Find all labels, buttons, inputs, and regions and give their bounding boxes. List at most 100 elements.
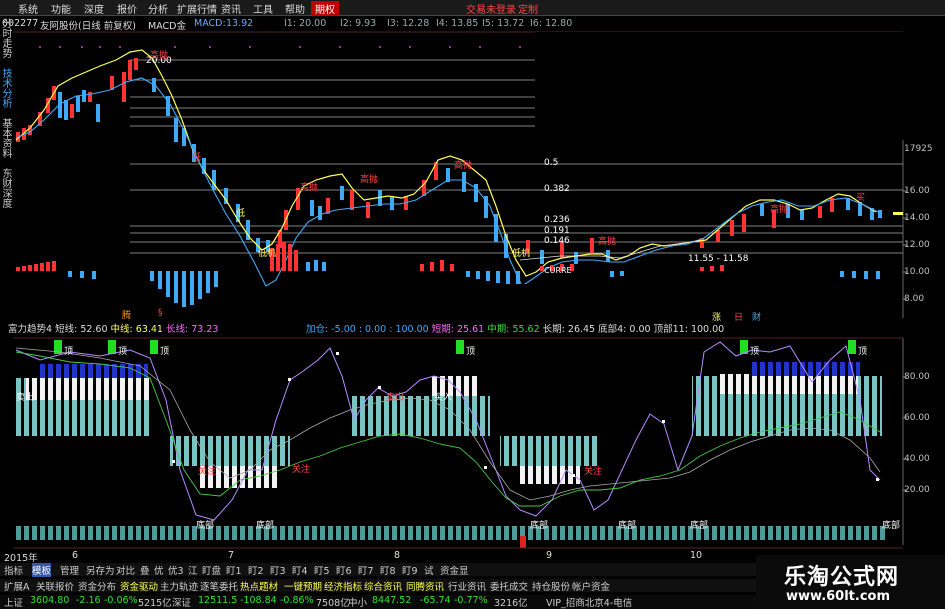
tab-watch5[interactable]: 盯5 <box>314 563 330 577</box>
tab-compare[interactable]: 对比 <box>116 563 135 577</box>
marker-cai: 财 <box>752 313 762 323</box>
fib-label-05: 0.5 <box>544 158 559 168</box>
top-label: 顶部11: <box>653 324 688 335</box>
tab-indicator[interactable]: 指标 <box>4 563 23 577</box>
tab-watch8[interactable]: 盯8 <box>380 563 396 577</box>
zx-percent: -0.77% <box>454 595 488 606</box>
low-label-3: 低机 <box>258 249 277 259</box>
sh-amount: 5215亿 <box>138 598 172 609</box>
low-price-label: CURRE <box>544 266 572 275</box>
sh-change: -2.16 <box>76 595 101 606</box>
high-label-2: 高抛 <box>300 183 319 193</box>
date-year: 2015年 <box>4 553 38 564</box>
short-value: 52.60 <box>80 324 108 335</box>
tab-watch9[interactable]: 盯9 <box>402 563 418 577</box>
tab-optimize[interactable]: 优 <box>154 563 164 577</box>
long2-value: 26.45 <box>567 324 596 335</box>
tab-one-click-expect[interactable]: 一键预期 <box>284 579 322 593</box>
tab-save-as[interactable]: 另存为 <box>86 563 115 577</box>
ind-tick-60: 60.00 <box>904 413 930 423</box>
date-month-8: 8 <box>394 550 401 561</box>
tab-watch6[interactable]: 盯6 <box>336 563 352 577</box>
bottom-label-4: 底部 <box>618 521 637 531</box>
tab-extend-a[interactable]: 扩展A <box>4 579 30 593</box>
tab-industry-news[interactable]: 行业资讯 <box>448 579 486 593</box>
buy-label-ind: 买入 <box>434 393 453 403</box>
tab-watch7[interactable]: 盯7 <box>358 563 374 577</box>
long-value: 73.23 <box>191 324 219 335</box>
bottom-label-6: 底部 <box>882 521 901 531</box>
trend-bars-lower <box>170 436 600 488</box>
tab-watch3[interactable]: 盯3 <box>270 563 286 577</box>
sz-percent: -0.86% <box>280 595 314 606</box>
ind-tick-80: 80.00 <box>904 372 930 382</box>
indicator-title[interactable]: 富力趋势4 <box>8 324 52 335</box>
tab-manage[interactable]: 管理 <box>60 563 79 577</box>
high-label-3: 高抛 <box>360 175 379 185</box>
tab-template[interactable]: 模板 <box>32 563 52 577</box>
bottom-label: 底部4: <box>598 324 627 335</box>
mid2-label: 中期: <box>487 324 510 335</box>
top-marker-1: 顶 <box>64 347 74 357</box>
tab-economic-index[interactable]: 经济指标 <box>324 579 362 593</box>
bottom-label-3: 底部 <box>530 521 549 531</box>
buy-label: 买 <box>856 193 866 203</box>
bottom-teal-bars <box>16 526 886 540</box>
last-price-marker <box>893 212 903 215</box>
zx-value: 8447.52 <box>372 595 412 606</box>
tab-watch2[interactable]: 盯2 <box>248 563 264 577</box>
sh-label[interactable]: 上证 <box>4 595 23 609</box>
vip-server[interactable]: VIP_招商北京4-电信 <box>546 595 632 609</box>
fib-label-0146: 0.146 <box>544 236 570 246</box>
add-value: -5.00 : 0.00 : 100.00 <box>331 324 429 335</box>
tab-hot-topic[interactable]: 热点题材 <box>240 579 278 593</box>
watermark-title: 乐淘公式网 <box>784 565 900 590</box>
long-label: 长线: <box>166 324 189 335</box>
tab-test[interactable]: 试 <box>424 563 434 577</box>
tab-optimize3[interactable]: 优3 <box>168 563 184 577</box>
cycle-label: 短期: <box>431 324 454 335</box>
tab-jiang[interactable]: 江 <box>188 563 198 577</box>
date-month-9: 9 <box>546 550 553 561</box>
sh-value: 3604.80 <box>30 595 70 606</box>
tab-general-news[interactable]: 综合资讯 <box>364 579 402 593</box>
sell-label-2: 卖出 <box>386 393 405 403</box>
top-marker-2: 顶 <box>118 347 128 357</box>
red-signal-bar <box>520 536 526 548</box>
fib-label-0382: 0.382 <box>544 184 570 194</box>
zx-change: -65.74 <box>420 595 451 606</box>
high-label-1: 高抛 <box>150 51 169 61</box>
tab-main-track[interactable]: 主力轨迹 <box>160 579 198 593</box>
top-marker-6: 顶 <box>858 347 868 357</box>
price-tick-16: 16.00 <box>904 186 930 196</box>
dark-region <box>535 32 945 140</box>
long2-label: 长期: <box>542 324 565 335</box>
tab-watch[interactable]: 盯盘 <box>202 563 221 577</box>
tab-overlay[interactable]: 叠 <box>140 563 150 577</box>
ind-tick-40: 40.00 <box>904 454 930 464</box>
tab-account-funds[interactable]: 帐户资金 <box>572 579 610 593</box>
price-axis-top: 17925 <box>904 144 933 154</box>
tab-watch1[interactable]: 盯1 <box>226 563 242 577</box>
tab-orders-trades[interactable]: 委托成交 <box>490 579 528 593</box>
indicator-axis-ticks <box>903 376 907 491</box>
tab-tick-order[interactable]: 逐笔委托 <box>200 579 238 593</box>
tab-holdings[interactable]: 持仓股份 <box>532 579 570 593</box>
tab-tongteng-news[interactable]: 同腾资讯 <box>406 579 444 593</box>
date-month-7: 7 <box>228 550 235 561</box>
sz-label[interactable]: 深证 <box>172 595 191 609</box>
chart-canvas <box>13 31 945 549</box>
high-label-5: 高抛 <box>598 237 617 247</box>
price-range-label: 11.55 - 11.58 <box>688 254 749 264</box>
low-label-4: 低机 <box>512 249 531 259</box>
cycle-value: 25.61 <box>456 324 485 335</box>
occluded-region <box>317 284 627 320</box>
tab-fund-display[interactable]: 资金显 <box>440 563 469 577</box>
zx-label[interactable]: 中小 <box>348 595 367 609</box>
tab-watch4[interactable]: 盯4 <box>292 563 308 577</box>
date-month-6: 6 <box>72 550 79 561</box>
tab-fund-distribution[interactable]: 资金分布 <box>78 579 116 593</box>
date-month-10: 10 <box>690 550 703 561</box>
tab-fund-drive[interactable]: 资金驱动 <box>120 579 158 593</box>
tab-related-quote[interactable]: 关联报价 <box>36 579 74 593</box>
